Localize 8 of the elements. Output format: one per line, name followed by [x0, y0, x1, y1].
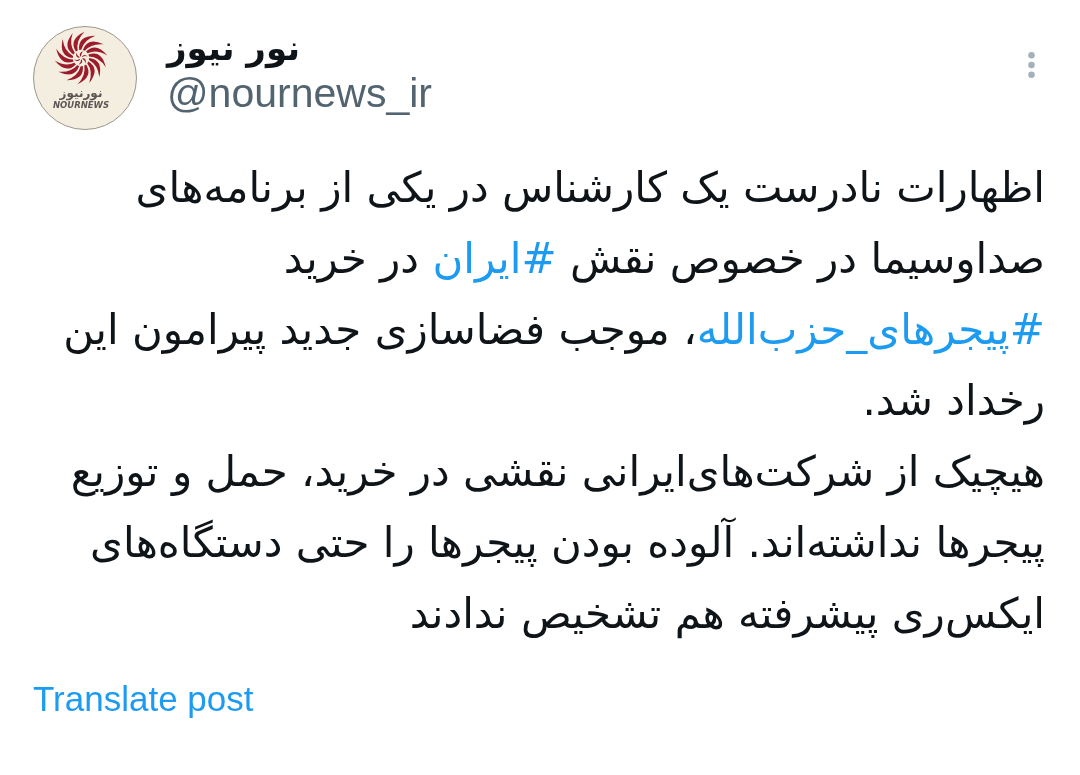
tweet-text: هیچیک از شرکت‌های‌ایرانی نقشی در خرید، حمل و توزیع پیجرها نداشته‌اند. آلوده بودن پیجرها را حتی دستگاه‌های ایکس‌ری پیشرفته هم تشخیص ندادند — [69, 446, 1045, 641]
logo-wordmark: نورنیوز — [59, 86, 103, 100]
display-name[interactable]: نور نیوز — [167, 26, 301, 70]
logo-wordmark: NOURNEWS — [52, 100, 110, 110]
spiral-logo-icon — [54, 31, 108, 85]
more-icon — [1028, 52, 1035, 78]
tweet-text: اظهارات نادرست یک کارشناس در یکی از برنامه‌های صداوسیما در خصوص نقش #ایران در خرید #پیجرهای_حزب‌الله، موجب فضاسازی جدید پیرامون این رخداد شد. — [62, 162, 1045, 427]
user-handle[interactable]: @nournews_ir — [167, 70, 432, 116]
